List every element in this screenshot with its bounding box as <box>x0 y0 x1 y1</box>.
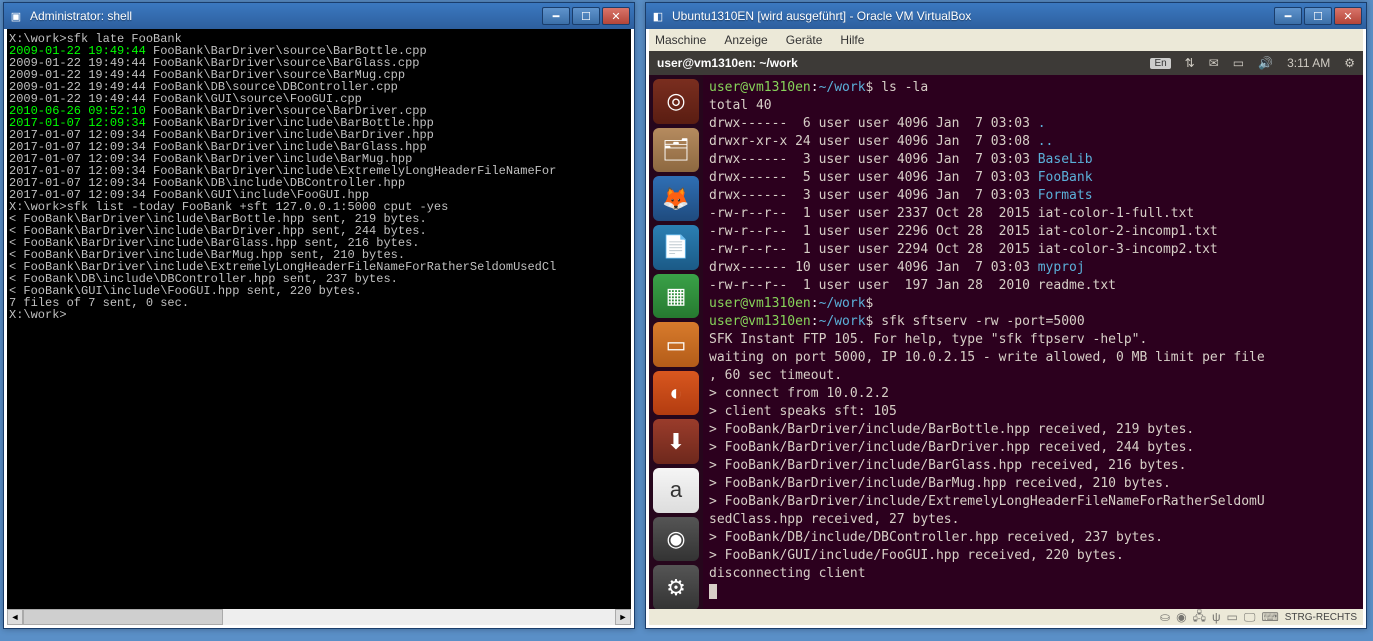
cmd-icon: ▣ <box>8 8 24 24</box>
terminal-line: > FooBank/BarDriver/include/ExtremelyLon… <box>709 493 1357 511</box>
vb-title: Ubuntu1310EN [wird ausgeführt] - Oracle … <box>672 9 1274 23</box>
maximize-button[interactable]: ☐ <box>572 7 600 25</box>
terminal-line: drwx------ 6 user user 4096 Jan 7 03:03 … <box>709 115 1357 133</box>
cmd-titlebar[interactable]: ▣ Administrator: shell ━ ☐ ✕ <box>4 3 634 29</box>
writer-icon[interactable]: 📄 <box>653 225 699 270</box>
software-center-icon[interactable]: ⬇ <box>653 419 699 464</box>
cursor <box>709 584 717 599</box>
menu-maschine[interactable]: Maschine <box>655 33 706 47</box>
mail-icon[interactable]: ✉ <box>1209 56 1219 70</box>
terminal-line: > connect from 10.0.2.2 <box>709 385 1357 403</box>
horizontal-scrollbar[interactable]: ◄ ► <box>7 609 631 625</box>
terminal-line: SFK Instant FTP 105. For help, type "sfk… <box>709 331 1357 349</box>
terminal-line: -rw-r--r-- 1 user user 2296 Oct 28 2015 … <box>709 223 1357 241</box>
menu-hilfe[interactable]: Hilfe <box>840 33 864 47</box>
terminal-line: -rw-r--r-- 1 user user 197 Jan 28 2010 r… <box>709 277 1357 295</box>
terminal-line: disconnecting client <box>709 565 1357 583</box>
network-icon[interactable]: ⇅ <box>1185 56 1195 70</box>
terminal-line: > FooBank/GUI/include/FooGUI.hpp receive… <box>709 547 1357 565</box>
unity-launcher: ◎ 🗂 🦊 📄 ▦ ▭ ◐ ⬇ a ◉ ⚙ <box>649 75 703 610</box>
terminal-line: total 40 <box>709 97 1357 115</box>
battery-icon[interactable]: ▭ <box>1233 56 1244 70</box>
clock[interactable]: 3:11 AM <box>1287 56 1330 70</box>
terminal-line: > client speaks sft: 105 <box>709 403 1357 421</box>
cmd-window: ▣ Administrator: shell ━ ☐ ✕ X:\work>sfk… <box>3 2 635 629</box>
menu-anzeige[interactable]: Anzeige <box>724 33 767 47</box>
virtualbox-window: ◧ Ubuntu1310EN [wird ausgeführt] - Oracl… <box>645 2 1367 629</box>
usb-icon: ψ <box>1212 610 1221 624</box>
display-icon: 🖵 <box>1244 610 1256 625</box>
vb-statusbar: ⛀ ◉ 🖧 ψ ▭ 🖵 ⌨ STRG-RECHTS <box>649 609 1363 625</box>
close-button[interactable]: ✕ <box>1334 7 1362 25</box>
terminal-line: , 60 sec timeout. <box>709 367 1357 385</box>
keyboard-layout-indicator[interactable]: En <box>1150 58 1170 69</box>
terminal-line: > FooBank/BarDriver/include/BarMug.hpp r… <box>709 475 1357 493</box>
close-button[interactable]: ✕ <box>602 7 630 25</box>
settings-icon[interactable]: ⚙ <box>653 565 699 610</box>
minimize-button[interactable]: ━ <box>542 7 570 25</box>
terminal-line: -rw-r--r-- 1 user user 2294 Oct 28 2015 … <box>709 241 1357 259</box>
terminal-line: drwx------ 5 user user 4096 Jan 7 03:03 … <box>709 169 1357 187</box>
mouse-capture-icon: ⌨ <box>1261 610 1278 624</box>
virtualbox-icon: ◧ <box>650 8 666 24</box>
net-icon: 🖧 <box>1193 607 1206 628</box>
disc-icon[interactable]: ◉ <box>653 517 699 562</box>
terminal-line: > FooBank/BarDriver/include/BarDriver.hp… <box>709 439 1357 457</box>
terminal-line: sedClass.hpp received, 27 bytes. <box>709 511 1357 529</box>
terminal-line: > FooBank/BarDriver/include/BarBottle.hp… <box>709 421 1357 439</box>
terminal-line: > FooBank/BarDriver/include/BarGlass.hpp… <box>709 457 1357 475</box>
maximize-button[interactable]: ☐ <box>1304 7 1332 25</box>
amazon-icon[interactable]: a <box>653 468 699 513</box>
ubuntu-one-icon[interactable]: ◐ <box>653 371 699 416</box>
terminal-line: drwxr-xr-x 24 user user 4096 Jan 7 03:08… <box>709 133 1357 151</box>
host-key-label: STRG-RECHTS <box>1285 612 1357 623</box>
scroll-thumb[interactable] <box>23 609 223 625</box>
firefox-icon[interactable]: 🦊 <box>653 176 699 221</box>
terminal-line: drwx------ 10 user user 4096 Jan 7 03:03… <box>709 259 1357 277</box>
gear-icon[interactable]: ⚙ <box>1344 56 1355 70</box>
console-line: 7 files of 7 sent, 0 sec. <box>9 297 629 309</box>
cmd-title: Administrator: shell <box>30 9 542 23</box>
console-line: X:\work> <box>9 309 629 321</box>
cmd-console[interactable]: X:\work>sfk late FooBank2009-01-22 19:49… <box>7 29 631 610</box>
terminal-line: -rw-r--r-- 1 user user 2337 Oct 28 2015 … <box>709 205 1357 223</box>
terminal-line: waiting on port 5000, IP 10.0.2.15 - wri… <box>709 349 1357 367</box>
gnome-window-title: user@vm1310en: ~/work <box>657 56 1136 70</box>
files-icon[interactable]: 🗂 <box>653 128 699 173</box>
scroll-right-button[interactable]: ► <box>615 609 631 625</box>
volume-icon[interactable]: 🔊 <box>1258 56 1273 70</box>
terminal-line: user@vm1310en:~/work$ <box>709 295 1357 313</box>
terminal-line: > FooBank/DB/include/DBController.hpp re… <box>709 529 1357 547</box>
terminal[interactable]: user@vm1310en:~/work$ ls -latotal 40drwx… <box>703 75 1363 610</box>
menu-geraete[interactable]: Geräte <box>786 33 823 47</box>
gnome-topbar[interactable]: user@vm1310en: ~/work En ⇅ ✉ ▭ 🔊 3:11 AM… <box>649 51 1363 75</box>
terminal-line: user@vm1310en:~/work$ ls -la <box>709 79 1357 97</box>
terminal-line: drwx------ 3 user user 4096 Jan 7 03:03 … <box>709 187 1357 205</box>
scroll-left-button[interactable]: ◄ <box>7 609 23 625</box>
minimize-button[interactable]: ━ <box>1274 7 1302 25</box>
vb-titlebar[interactable]: ◧ Ubuntu1310EN [wird ausgeführt] - Oracl… <box>646 3 1366 29</box>
vm-screen[interactable]: user@vm1310en: ~/work En ⇅ ✉ ▭ 🔊 3:11 AM… <box>649 51 1363 610</box>
dash-icon[interactable]: ◎ <box>653 79 699 124</box>
cd-icon: ◉ <box>1176 610 1186 624</box>
calc-icon[interactable]: ▦ <box>653 274 699 319</box>
terminal-line: user@vm1310en:~/work$ sfk sftserv -rw -p… <box>709 313 1357 331</box>
hd-icon: ⛀ <box>1160 610 1170 624</box>
terminal-line: drwx------ 3 user user 4096 Jan 7 03:03 … <box>709 151 1357 169</box>
shared-folder-icon: ▭ <box>1227 610 1238 624</box>
impress-icon[interactable]: ▭ <box>653 322 699 367</box>
vb-menubar: Maschine Anzeige Geräte Hilfe <box>649 29 1363 51</box>
scroll-track[interactable] <box>23 609 615 625</box>
